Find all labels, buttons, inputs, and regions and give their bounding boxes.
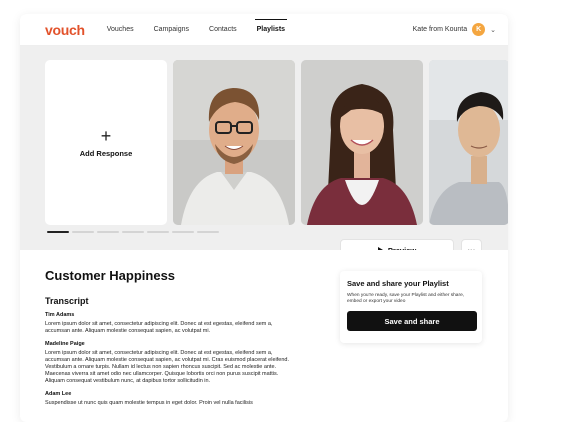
avatar: K <box>472 23 486 36</box>
transcript-text: Lorem ipsum dolor sit amet, consectetur … <box>45 350 289 384</box>
person-photo-1 <box>173 60 295 225</box>
person-photo-3 <box>429 60 508 225</box>
share-title: Save and share your Playlist <box>347 279 449 288</box>
carousel-progress <box>47 231 219 233</box>
app-window: vouch Vouches Campaigns Contacts Playlis… <box>20 14 508 422</box>
page-title: Customer Happiness <box>45 268 176 283</box>
nav-item-campaigns[interactable]: Campaigns <box>154 14 189 45</box>
user-name: Kate from Kounta <box>412 26 468 33</box>
nav-item-vouches[interactable]: Vouches <box>107 14 134 45</box>
speaker-name: Madeline Paige <box>45 341 85 347</box>
person-photo-2 <box>301 60 423 225</box>
nav-item-contacts[interactable]: Contacts <box>209 14 237 45</box>
progress-segment <box>197 231 219 233</box>
speaker-name: Adam Lee <box>45 391 72 397</box>
add-response-card[interactable]: + Add Response <box>45 60 167 225</box>
plus-icon: + <box>100 126 112 146</box>
progress-segment <box>72 231 94 233</box>
progress-segment <box>172 231 194 233</box>
add-response-label: Add Response <box>79 149 133 158</box>
share-card: Save and share your Playlist When you're… <box>340 271 482 343</box>
vouch-logo[interactable]: vouch <box>45 22 85 38</box>
user-menu[interactable]: Kate from Kounta K ⌄ <box>413 23 496 36</box>
main-nav: Vouches Campaigns Contacts Playlists <box>107 14 305 45</box>
speaker-name: Tim Adams <box>45 312 75 318</box>
video-thumbnail[interactable] <box>301 60 423 225</box>
progress-segment <box>97 231 119 233</box>
nav-item-playlists[interactable]: Playlists <box>254 14 288 45</box>
transcript-text: Suspendisse ut nunc quis quam molestie t… <box>45 400 253 406</box>
save-and-share-button[interactable]: Save and share <box>347 311 477 331</box>
video-thumbnail[interactable] <box>173 60 295 225</box>
transcript-heading: Transcript <box>45 296 89 306</box>
progress-segment <box>47 231 69 233</box>
progress-segment <box>122 231 144 233</box>
video-thumbnail[interactable] <box>429 60 508 225</box>
progress-segment <box>147 231 169 233</box>
chevron-down-icon: ⌄ <box>490 26 496 34</box>
top-navigation-bar: vouch Vouches Campaigns Contacts Playlis… <box>20 14 508 46</box>
response-strip: + Add Response <box>45 60 508 225</box>
transcript-section: Transcript Tim Adams Lorem ipsum dolor s… <box>45 296 295 413</box>
transcript-text: Lorem ipsum dolor sit amet, consectetur … <box>45 321 273 334</box>
share-description: When you're ready, save your Playlist an… <box>347 293 465 304</box>
